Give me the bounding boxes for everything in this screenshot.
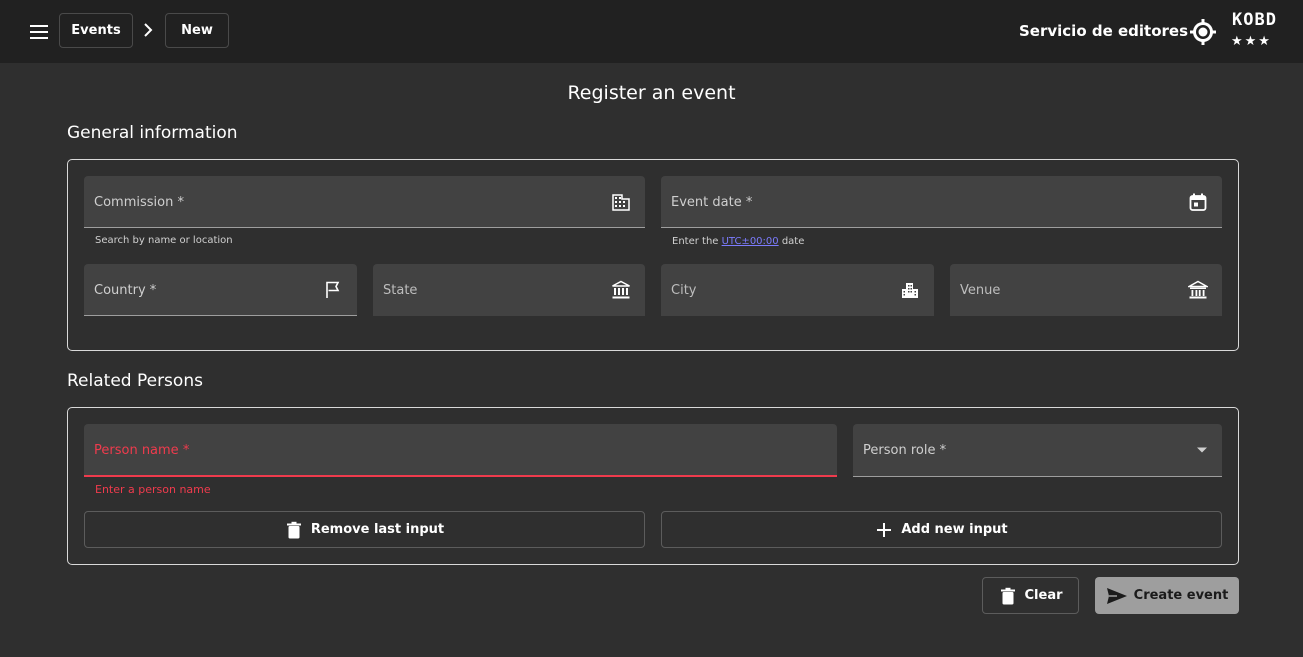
city-field[interactable]: City bbox=[661, 264, 934, 316]
institution-icon bbox=[612, 280, 630, 299]
utc-link[interactable]: UTC±00:00 bbox=[722, 236, 779, 247]
commission-field[interactable]: Commission * bbox=[84, 176, 645, 228]
create-event-label: Create event bbox=[1133, 588, 1229, 603]
country-field[interactable]: Country * bbox=[84, 264, 357, 316]
logo-stars: ★★★ bbox=[1231, 34, 1272, 49]
add-new-input-button[interactable]: Add new input bbox=[661, 511, 1222, 548]
top-app-bar: Events New Servicio de editores KOBD ★★★ bbox=[0, 0, 1303, 63]
clear-button[interactable]: Clear bbox=[982, 577, 1079, 614]
plus-icon bbox=[877, 522, 892, 537]
city-label: City bbox=[671, 283, 697, 298]
state-label: State bbox=[383, 283, 418, 298]
breadcrumb-new[interactable]: New bbox=[165, 13, 229, 48]
logo-text: KOBD bbox=[1232, 10, 1277, 30]
person-name-field[interactable]: Person name * bbox=[84, 424, 837, 477]
breadcrumb-events[interactable]: Events bbox=[59, 13, 133, 48]
send-icon bbox=[1106, 587, 1127, 604]
event-date-hint: Enter the UTC±00:00 date bbox=[672, 236, 804, 247]
person-role-label: Person role * bbox=[863, 443, 947, 458]
remove-last-input-label: Remove last input bbox=[310, 522, 445, 537]
menu-icon[interactable] bbox=[24, 20, 54, 44]
person-name-error: Enter a person name bbox=[95, 483, 211, 496]
chevron-right-icon bbox=[144, 23, 153, 37]
event-date-hint-suffix: date bbox=[778, 236, 805, 247]
museum-icon bbox=[1188, 280, 1208, 299]
country-label: Country * bbox=[94, 283, 157, 298]
flag-icon bbox=[326, 281, 340, 298]
calendar-icon[interactable] bbox=[1188, 192, 1208, 212]
general-information-panel: Commission * Search by name or location … bbox=[67, 159, 1239, 351]
event-date-hint-prefix: Enter the bbox=[672, 236, 722, 247]
related-persons-title: Related Persons bbox=[67, 371, 203, 391]
event-date-field[interactable]: Event date * bbox=[661, 176, 1222, 228]
event-date-label: Event date * bbox=[671, 195, 753, 210]
create-event-button[interactable]: Create event bbox=[1095, 577, 1239, 614]
commission-label: Commission * bbox=[94, 195, 184, 210]
service-name: Servicio de editores bbox=[1019, 22, 1189, 40]
page-title: Register an event bbox=[567, 82, 736, 104]
venue-label: Venue bbox=[960, 283, 1001, 298]
remove-last-input-button[interactable]: Remove last input bbox=[84, 511, 645, 548]
kobd-logo: KOBD ★★★ bbox=[1228, 10, 1282, 54]
theme-toggle-icon[interactable] bbox=[1189, 18, 1217, 46]
building-icon bbox=[612, 194, 630, 211]
state-field[interactable]: State bbox=[373, 264, 645, 316]
trash-icon bbox=[1000, 587, 1015, 604]
related-persons-panel: Person name * Enter a person name Person… bbox=[67, 407, 1239, 565]
clear-label: Clear bbox=[1024, 588, 1063, 603]
city-icon bbox=[902, 283, 918, 298]
trash-icon bbox=[286, 521, 301, 538]
add-new-input-label: Add new input bbox=[901, 522, 1008, 537]
person-role-select[interactable]: Person role * bbox=[853, 424, 1222, 477]
venue-field[interactable]: Venue bbox=[950, 264, 1222, 316]
commission-hint: Search by name or location bbox=[95, 235, 233, 246]
person-name-label: Person name * bbox=[94, 443, 190, 458]
dropdown-arrow-icon[interactable] bbox=[1196, 446, 1208, 454]
general-information-title: General information bbox=[67, 123, 238, 143]
